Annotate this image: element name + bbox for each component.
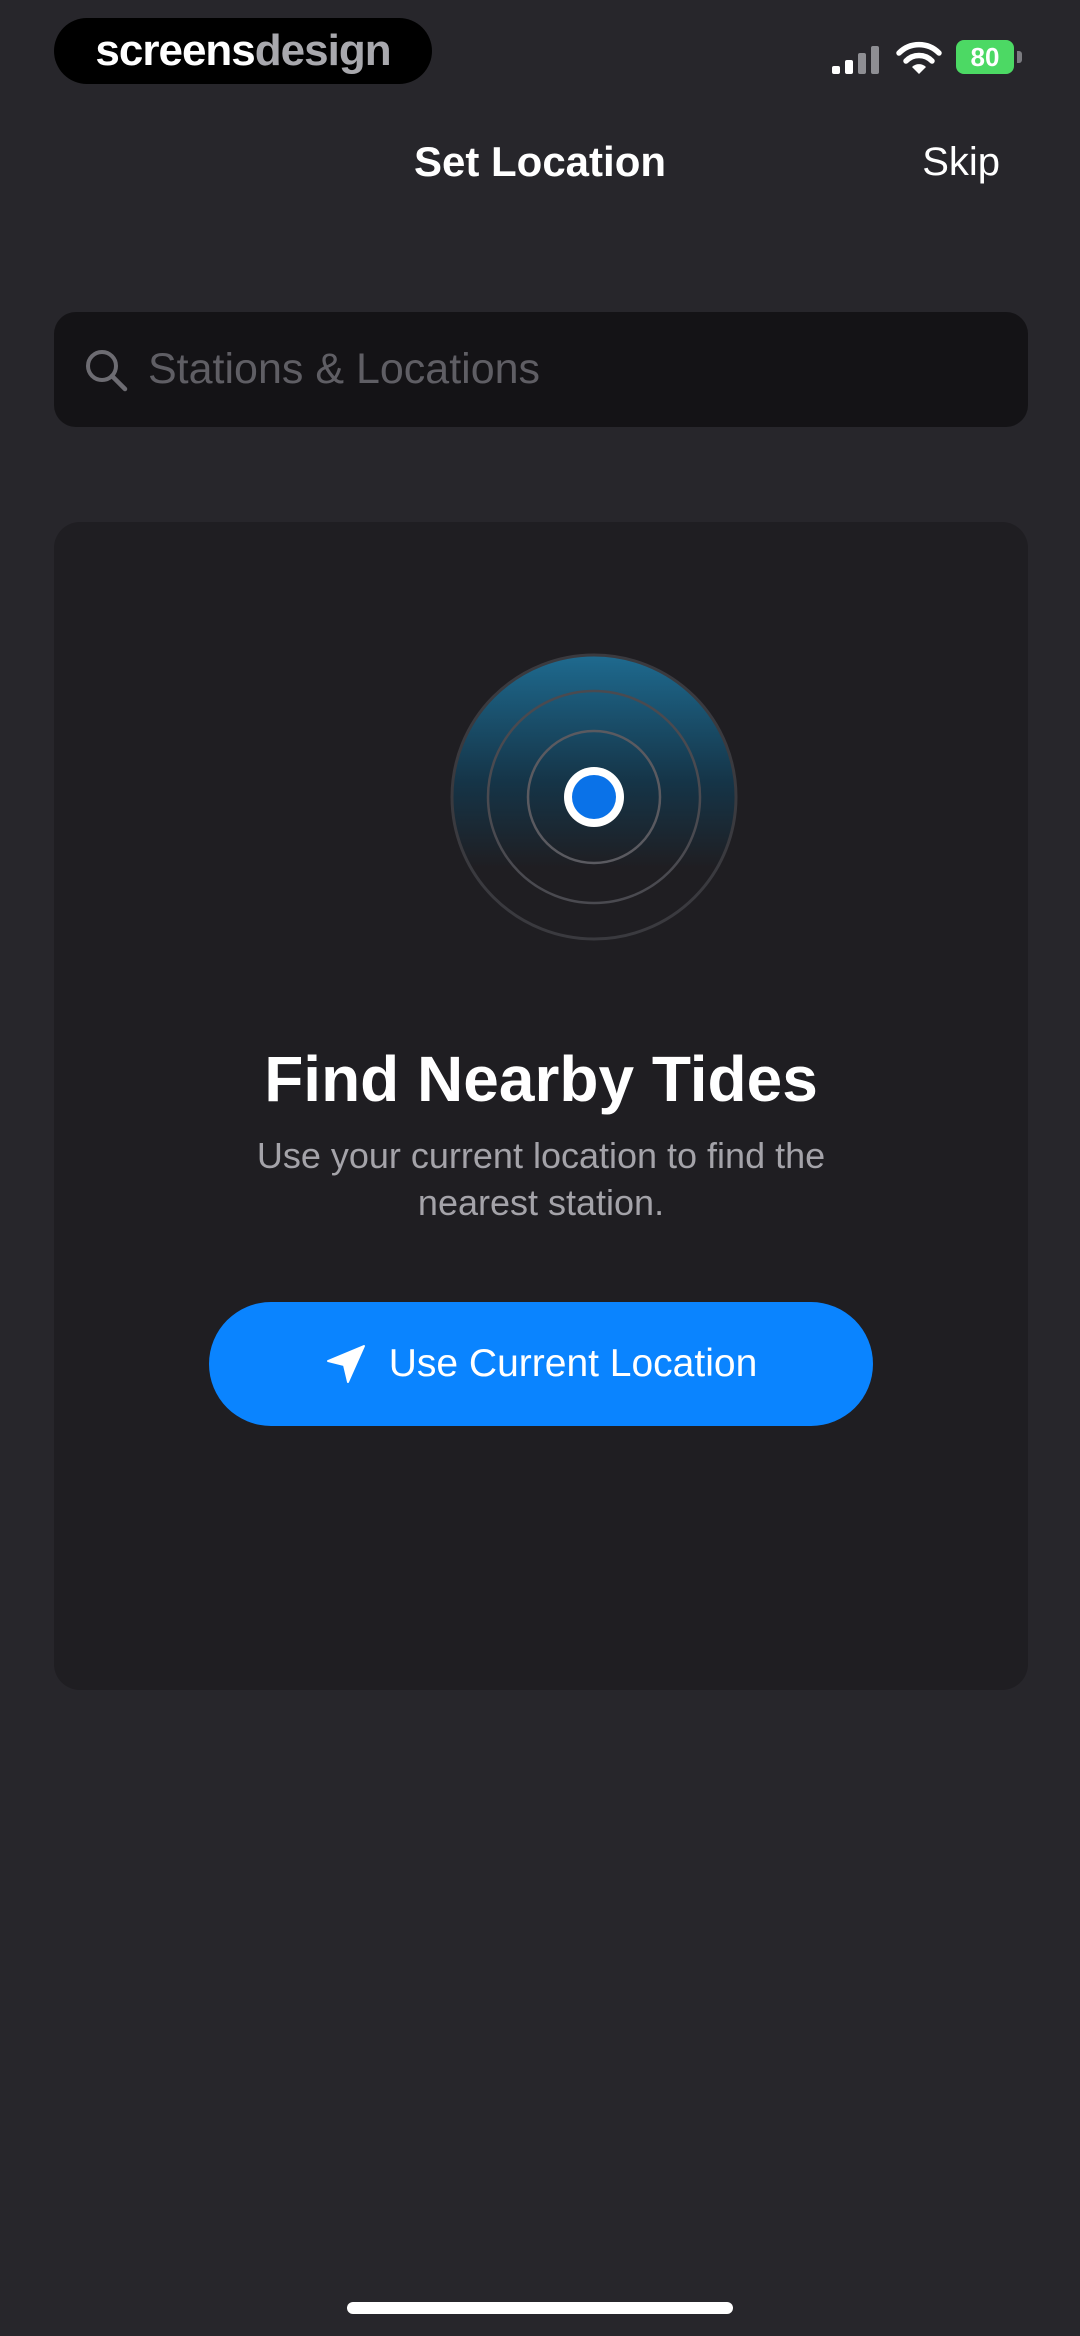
card-subtitle: Use your current location to find the ne… bbox=[256, 1135, 826, 1223]
home-indicator bbox=[347, 2302, 733, 2314]
location-arrow-icon bbox=[326, 1345, 365, 1383]
battery-icon: 80 bbox=[956, 40, 1024, 74]
use-current-location-label: Use Current Location bbox=[388, 1342, 758, 1385]
set-location-screen: screens design 80 Set Location Skip Stat… bbox=[0, 0, 1080, 2336]
card-title: Find Nearby Tides bbox=[264, 1043, 818, 1115]
brand-text-screens: screens bbox=[95, 26, 255, 75]
search-field[interactable] bbox=[54, 312, 1028, 427]
status-bar: screens design 80 bbox=[0, 0, 1080, 110]
use-current-location-button[interactable]: Use Current Location bbox=[209, 1302, 873, 1426]
battery-level: 80 bbox=[956, 40, 1014, 74]
find-nearby-card: Find Nearby Tides Use your current locat… bbox=[54, 522, 1028, 1690]
skip-button[interactable]: Skip bbox=[922, 140, 1000, 185]
search-input[interactable] bbox=[146, 344, 970, 395]
search-icon bbox=[86, 349, 128, 391]
brand-watermark: screens design bbox=[54, 18, 432, 84]
cellular-signal-icon bbox=[832, 46, 879, 74]
page-title: Set Location bbox=[413, 138, 667, 185]
battery-cap bbox=[1017, 51, 1022, 63]
brand-text-design: design bbox=[254, 26, 392, 75]
radar-icon bbox=[450, 653, 738, 941]
wifi-icon bbox=[896, 41, 942, 74]
